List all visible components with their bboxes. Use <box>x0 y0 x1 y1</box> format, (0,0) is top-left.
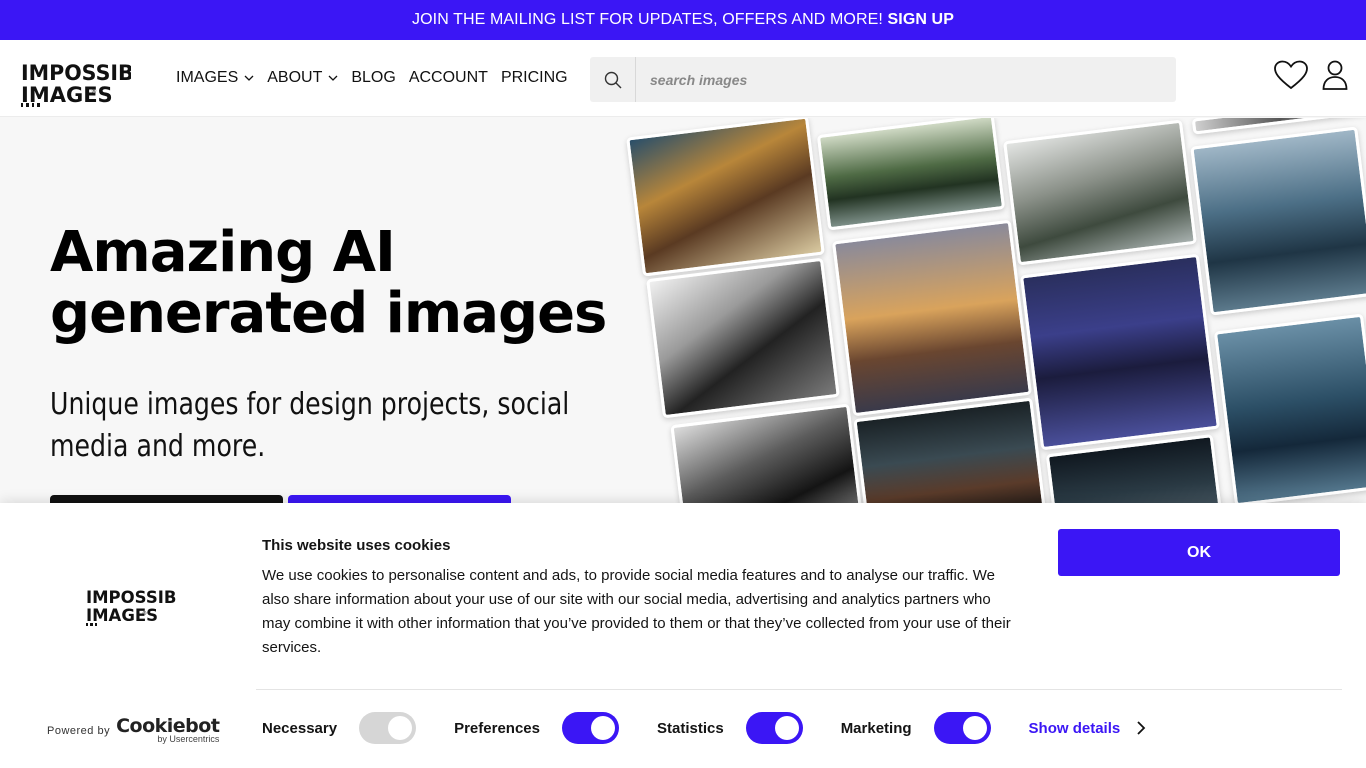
statistics-switch[interactable] <box>745 712 803 744</box>
toggle-statistics: Statistics <box>657 712 803 744</box>
hero-section: Amazing AI generated images Unique image… <box>0 118 1366 503</box>
collage-image[interactable] <box>646 257 840 419</box>
chevron-right-icon <box>1137 721 1146 735</box>
nav-account-label: ACCOUNT <box>408 69 488 86</box>
divider <box>256 689 1342 690</box>
main-nav: IMAGES ABOUT BLOG ACCOUNT PRICING <box>176 69 568 87</box>
marketing-switch[interactable] <box>933 712 991 744</box>
cookie-body: We use cookies to personalise content an… <box>262 567 1011 656</box>
user-icon[interactable] <box>1322 60 1348 90</box>
hero-secondary-button[interactable] <box>288 495 511 503</box>
collage-image[interactable] <box>1190 126 1366 316</box>
nav-images-label: IMAGES <box>176 69 239 86</box>
image-collage <box>626 118 1366 503</box>
toggle-preferences-label: Preferences <box>454 719 540 737</box>
nav-pricing-label: PRICING <box>500 69 568 86</box>
necessary-switch <box>359 712 417 744</box>
svg-text:®: ® <box>91 88 97 95</box>
search-icon[interactable] <box>590 57 636 102</box>
nav-about[interactable]: ABOUT <box>267 69 338 87</box>
toggle-preferences: Preferences <box>454 712 619 744</box>
nav-images[interactable]: IMAGES <box>176 69 254 87</box>
heart-icon[interactable] <box>1274 60 1308 90</box>
toggle-necessary-label: Necessary <box>262 719 338 737</box>
toggle-statistics-label: Statistics <box>656 719 724 737</box>
search-input[interactable] <box>636 57 1176 102</box>
toggle-marketing-label: Marketing <box>840 719 912 737</box>
search-bar <box>590 57 1176 102</box>
hero-subtitle: Unique images for design projects, socia… <box>50 387 570 464</box>
nav-account[interactable]: ACCOUNT <box>409 69 488 87</box>
cookiebot-logo: Cookiebot by Usercentrics <box>116 715 220 744</box>
header-actions <box>1274 60 1348 90</box>
ok-button[interactable]: OK <box>1058 529 1340 576</box>
toggle-marketing: Marketing <box>841 712 991 744</box>
collage-image[interactable] <box>670 403 864 503</box>
svg-text:IMPOSSIBLE: IMPOSSIBLE <box>21 61 131 85</box>
toggle-necessary: Necessary <box>262 712 417 744</box>
impossible-images-logo: IMPOSSIBLE IMAGES ® <box>86 588 176 626</box>
nav-about-label: ABOUT <box>267 69 323 86</box>
promo-text: JOIN THE MAILING LIST FOR UPDATES, OFFER… <box>412 11 888 28</box>
cookie-toggles: Necessary Preferences Statistics Marketi… <box>262 712 1146 744</box>
powered-by-label: Powered by <box>47 724 111 737</box>
impossible-images-logo[interactable]: IMPOSSIBLE IMAGES ® <box>21 53 131 109</box>
signup-link[interactable]: SIGN UP <box>888 11 955 28</box>
chevron-down-icon <box>244 75 254 81</box>
promo-banner[interactable]: JOIN THE MAILING LIST FOR UPDATES, OFFER… <box>0 0 1366 40</box>
collage-image[interactable] <box>1003 119 1197 266</box>
collage-image[interactable] <box>626 118 825 277</box>
svg-text:IMAGES: IMAGES <box>21 83 113 107</box>
svg-text:IMAGES: IMAGES <box>86 606 158 625</box>
show-details-link[interactable]: Show details <box>1029 720 1147 737</box>
hero-primary-button[interactable] <box>50 495 283 503</box>
site-header: IMPOSSIBLE IMAGES ® IMAGES ABOUT BLOG AC… <box>0 40 1366 117</box>
collage-image[interactable] <box>1019 253 1221 451</box>
hero-title: Amazing AI generated images <box>50 220 607 346</box>
nav-blog[interactable]: BLOG <box>351 69 395 87</box>
nav-pricing[interactable]: PRICING <box>501 69 568 87</box>
cookie-consent-banner: IMPOSSIBLE IMAGES ® Powered by Cookiebot… <box>0 503 1366 768</box>
collage-image[interactable] <box>816 118 1006 231</box>
preferences-switch[interactable] <box>561 712 619 744</box>
collage-image[interactable] <box>831 219 1033 417</box>
collage-image[interactable] <box>1213 313 1366 503</box>
chevron-down-icon <box>328 75 338 81</box>
collage-image[interactable] <box>853 397 1047 503</box>
nav-blog-label: BLOG <box>351 69 396 86</box>
cookie-title: This website uses cookies <box>262 537 451 554</box>
svg-text:®: ® <box>142 610 147 617</box>
show-details-label: Show details <box>1028 719 1121 737</box>
powered-by-cookiebot[interactable]: Powered by Cookiebot by Usercentrics <box>47 715 220 744</box>
svg-text:IMPOSSIBLE: IMPOSSIBLE <box>86 588 176 607</box>
cookiebot-brand: Cookiebot <box>116 715 220 737</box>
